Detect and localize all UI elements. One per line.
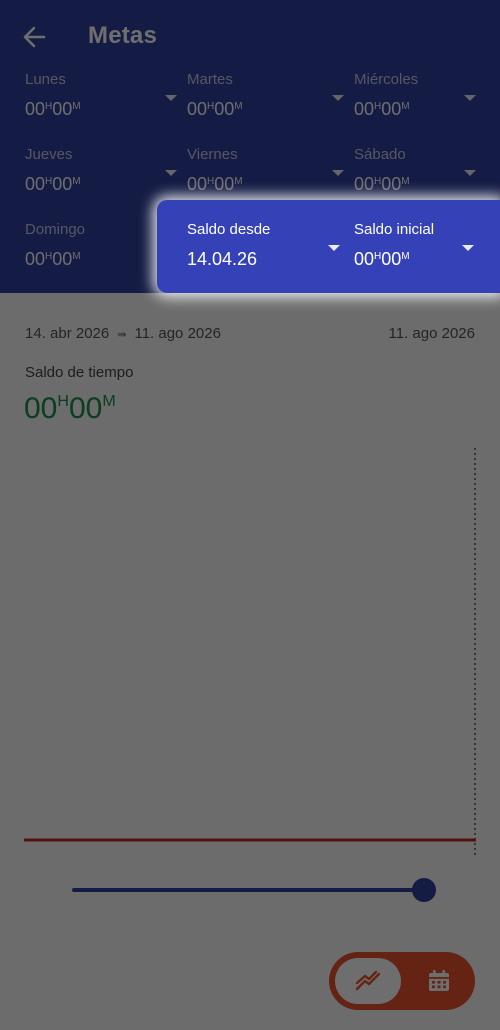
dropdown-arrow-icon [462,245,474,251]
balance-label: Saldo de tiempo [25,364,134,381]
view-toggle [329,952,475,1010]
dropdown-arrow-icon [464,170,476,176]
slider-thumb[interactable] [412,878,436,902]
current-date: 11. ago 2026 [388,325,475,342]
day-goal-value: 00H00M [25,174,81,194]
arrow-left-icon [23,26,46,48]
chart-icon [355,970,381,991]
range-start: 14. abr 2026 [25,325,110,342]
day-goal-value: 00H00M [187,99,243,119]
chart-view-button[interactable] [335,958,401,1004]
day-goal-wednesday[interactable]: Miércoles 00H00M [354,71,484,145]
calendar-view-button[interactable] [409,958,469,1004]
saldo-desde-field[interactable]: Saldo desde 14.04.26 [187,221,354,295]
calendar-icon [429,970,449,991]
range-arrow-icon: ⇛ [117,329,127,341]
day-goal-value: 00H00M [354,99,410,119]
slider-track [72,888,424,892]
highlight-balance-settings: Saldo desde 14.04.26 Saldo inicial 00H00… [157,200,500,293]
day-label: Sábado [354,146,406,163]
day-label: Lunes [25,71,66,88]
day-goal-tuesday[interactable]: Martes 00H00M [187,71,354,145]
day-label: Miércoles [354,71,419,88]
dropdown-arrow-icon [332,95,344,101]
day-goal-value: 00H00M [25,249,81,269]
dropdown-arrow-icon [328,245,340,251]
day-goal-value: 00H00M [354,174,410,194]
saldo-desde-label: Saldo desde [187,221,271,238]
day-goal-value: 00H00M [187,174,243,194]
balance-value: 00H00M [24,392,116,425]
top-bar: Metas [0,0,500,70]
saldo-inicial-field[interactable]: Saldo inicial 00H00M [354,221,484,295]
day-label: Viernes [187,146,238,163]
dropdown-arrow-icon [165,95,177,101]
dropdown-arrow-icon [332,170,344,176]
back-button[interactable] [18,22,52,52]
date-range: 14. abr 2026 ⇛ 11. ago 2026 [25,325,221,342]
range-end: 11. ago 2026 [134,325,221,342]
saldo-inicial-label: Saldo inicial [354,221,435,238]
dropdown-arrow-icon [165,170,177,176]
day-goal-value: 00H00M [25,99,81,119]
saldo-inicial-value: 00H00M [354,249,410,269]
day-label: Jueves [25,146,73,163]
balance-chart [24,448,476,858]
dropdown-arrow-icon [464,95,476,101]
page-title: Metas [88,22,158,49]
date-slider[interactable] [72,878,442,902]
day-label: Martes [187,71,233,88]
day-goal-monday[interactable]: Lunes 00H00M [25,71,192,145]
day-label: Domingo [25,221,86,238]
saldo-desde-value: 14.04.26 [187,249,258,269]
